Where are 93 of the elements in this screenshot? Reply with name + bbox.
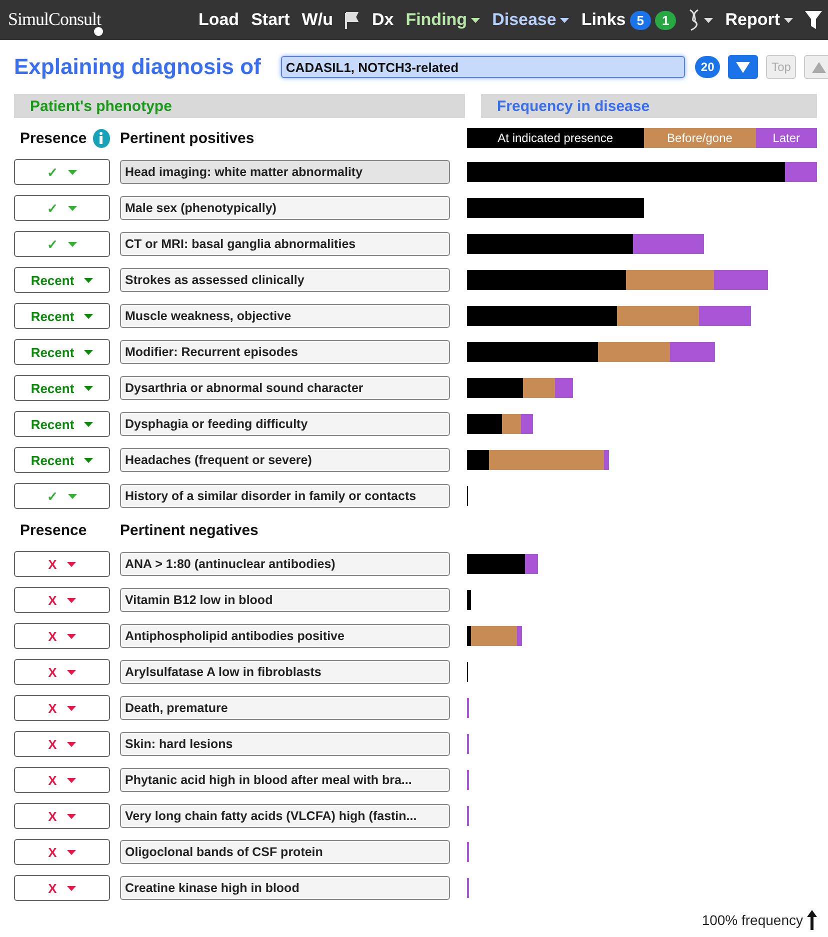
column-label: Presence <box>20 128 87 148</box>
finding-field[interactable]: Antiphospholipid antibodies positive <box>120 624 450 648</box>
finding-field[interactable]: CT or MRI: basal ganglia abnormalities <box>120 232 450 256</box>
menu-item[interactable]: Finding <box>406 10 480 30</box>
caret-icon <box>84 422 94 426</box>
caret-icon <box>84 458 94 462</box>
presence-absent-dropdown[interactable]: X <box>14 587 110 613</box>
menu-item[interactable]: Dx <box>372 10 394 30</box>
presence-absent-dropdown[interactable]: X <box>14 551 110 577</box>
caret-icon <box>66 706 76 710</box>
caret-icon <box>66 598 76 602</box>
caret-icon <box>704 18 714 22</box>
count-badge: 1 <box>654 10 676 30</box>
scale-label: 100% frequency <box>702 912 803 928</box>
menu-item[interactable]: Start <box>251 10 290 30</box>
presence-absent-dropdown[interactable]: X <box>14 659 110 685</box>
down-triangle-icon <box>736 62 750 72</box>
presence-absent-dropdown[interactable]: X <box>14 875 110 901</box>
caret-icon <box>68 206 77 210</box>
count-badge: 5 <box>630 10 651 30</box>
column-label: Presence <box>20 522 87 538</box>
caret-icon <box>66 562 76 566</box>
menu-item[interactable]: Report <box>725 10 793 30</box>
legend-item: Later <box>756 128 817 148</box>
caret-icon <box>66 778 76 782</box>
filter-icon[interactable] <box>805 11 822 29</box>
menu-item[interactable]: W/u <box>302 10 333 30</box>
caret-icon <box>471 18 480 22</box>
caret-icon <box>68 170 77 174</box>
finding-field[interactable]: Muscle weakness, objective <box>120 304 450 328</box>
caret-icon <box>84 386 94 390</box>
finding-field[interactable]: Skin: hard lesions <box>120 732 450 756</box>
caret-icon <box>784 18 793 22</box>
finding-field[interactable]: Oligoclonal bands of CSF protein <box>120 840 450 864</box>
column-label: Pertinent negatives <box>120 522 258 538</box>
finding-field[interactable]: Dysphagia or feeding difficulty <box>120 412 450 436</box>
presence-recent-dropdown[interactable]: Recent <box>14 303 110 329</box>
presence-recent-dropdown[interactable]: Recent <box>14 339 110 365</box>
presence-recent-dropdown[interactable]: Recent <box>14 267 110 293</box>
legend-item: Before/gone <box>644 128 756 148</box>
presence-absent-dropdown[interactable]: X <box>14 623 110 649</box>
caret-icon <box>66 886 76 890</box>
column-label: Pertinent positives <box>120 130 254 146</box>
finding-field[interactable]: Creatine kinase high in blood <box>120 876 450 900</box>
finding-field[interactable]: Vitamin B12 low in blood <box>120 588 450 612</box>
section-header: Frequency in disease <box>481 94 817 118</box>
dna-icon <box>688 9 700 31</box>
finding-field[interactable]: Arylsulfatase A low in fibroblasts <box>120 660 450 684</box>
caret-icon <box>84 278 94 282</box>
finding-field[interactable]: History of a similar disorder in family or contacts <box>120 484 450 508</box>
info-icon[interactable] <box>92 128 110 148</box>
finding-field[interactable]: Male sex (phenotypically) <box>120 196 450 220</box>
up-arrow-icon <box>807 910 817 930</box>
presence-absent-dropdown[interactable]: X <box>14 731 110 757</box>
section-header: Patient's phenotype <box>14 94 465 118</box>
presence-recent-dropdown[interactable]: Recent <box>14 411 110 437</box>
dna-menu[interactable] <box>688 9 714 31</box>
finding-field[interactable]: Very long chain fatty acids (VLCFA) high (fastin... <box>120 804 450 828</box>
menu-item[interactable]: Load <box>198 10 240 30</box>
caret-icon <box>66 850 76 854</box>
finding-field[interactable]: Strokes as assessed clinically <box>120 268 450 292</box>
links-menu[interactable]: Links 5 1 <box>581 10 676 30</box>
presence-absent-dropdown[interactable]: X <box>14 839 110 865</box>
diagnosis-field[interactable]: CADASIL1, NOTCH3-related <box>280 56 685 78</box>
up-triangle-icon <box>812 62 826 72</box>
finding-field[interactable]: Death, premature <box>120 696 450 720</box>
caret-icon <box>68 494 77 498</box>
finding-field[interactable]: Phytanic acid high in blood after meal with bra... <box>120 768 450 792</box>
finding-field[interactable]: Modifier: Recurrent episodes <box>120 340 450 364</box>
logo[interactable]: SimulConsult <box>8 9 102 37</box>
caret-icon <box>66 634 76 638</box>
caret-icon <box>66 742 76 746</box>
presence-absent-dropdown[interactable]: X <box>14 695 110 721</box>
presence-absent-dropdown[interactable]: X <box>14 803 110 829</box>
caret-icon <box>84 314 94 318</box>
caret-icon <box>560 18 570 22</box>
caret-icon <box>66 670 76 674</box>
next-button[interactable] <box>728 55 758 79</box>
page-title: Explaining diagnosis of <box>14 54 261 80</box>
finding-field[interactable]: Head imaging: white matter abnormality <box>120 160 450 184</box>
menu-item[interactable]: Disease <box>492 10 570 30</box>
presence-absent-dropdown[interactable]: X <box>14 767 110 793</box>
caret-icon <box>84 350 94 354</box>
caret-icon <box>66 814 76 818</box>
count-badge: 20 <box>694 56 720 78</box>
finding-field[interactable]: ANA > 1:80 (antinuclear antibodies) <box>120 552 450 576</box>
caret-icon <box>68 242 77 246</box>
flag-icon[interactable] <box>344 12 360 28</box>
finding-field[interactable]: Headaches (frequent or severe) <box>120 448 450 472</box>
presence-recent-dropdown[interactable]: Recent <box>14 375 110 401</box>
finding-field[interactable]: Dysarthria or abnormal sound character <box>120 376 450 400</box>
presence-recent-dropdown[interactable]: Recent <box>14 447 110 473</box>
legend-item: At indicated presence <box>467 128 644 148</box>
